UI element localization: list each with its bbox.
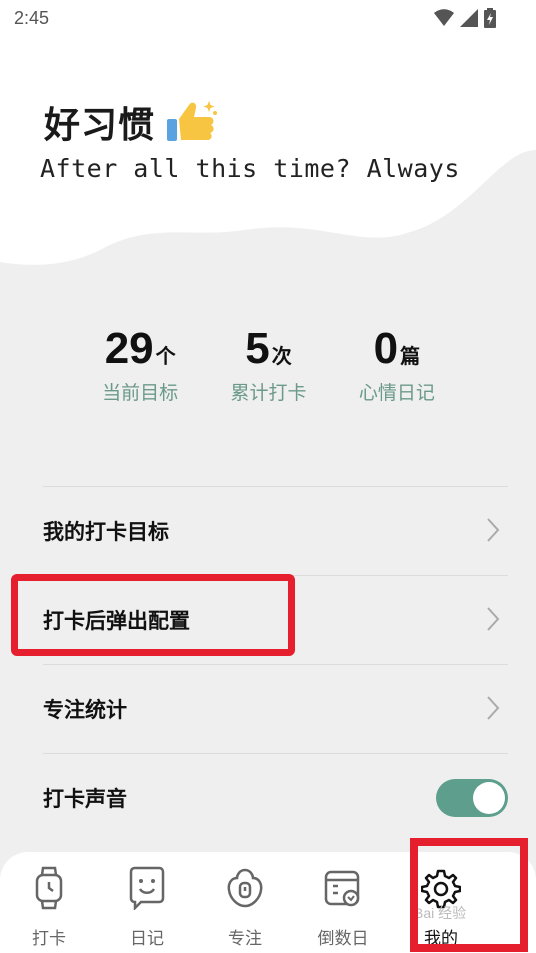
chevron-right-icon	[487, 607, 500, 631]
stat-unit: 篇	[400, 344, 421, 368]
chevron-right-icon	[487, 518, 500, 542]
stat-total-checkins[interactable]: 5次 累计打卡	[204, 324, 332, 405]
nav-item-checkin[interactable]: 打卡	[0, 852, 98, 953]
header-title-row: 好习惯	[44, 96, 219, 148]
page-title: 好习惯	[44, 105, 156, 146]
smile-note-icon	[129, 866, 165, 910]
stat-label: 累计打卡	[230, 382, 307, 404]
watch-icon	[35, 866, 63, 910]
menu-item-label: 专注统计	[43, 698, 127, 722]
page-subtitle: After all this time? Always	[40, 154, 460, 183]
stat-label: 心情日记	[358, 382, 435, 404]
stat-unit: 个	[155, 344, 176, 368]
menu-item-my-goals[interactable]: 我的打卡目标	[43, 486, 508, 575]
nav-item-countdown[interactable]: 倒数日	[294, 852, 392, 953]
chevron-right-icon	[487, 696, 500, 720]
wifi-icon	[434, 9, 454, 26]
thumbs-up-icon	[167, 101, 218, 141]
stat-value: 0	[373, 324, 399, 373]
highlight-annotation	[11, 574, 295, 656]
battery-icon	[484, 8, 496, 28]
menu-item-label: 打卡声音	[43, 787, 127, 811]
nav-label: 专注	[228, 929, 262, 949]
stat-value: 5	[245, 324, 270, 373]
menu-item-label: 我的打卡目标	[43, 520, 169, 544]
nav-label: 日记	[130, 929, 164, 949]
signal-icon	[460, 9, 478, 27]
stat-value: 29	[104, 324, 154, 373]
calendar-icon	[324, 870, 360, 907]
nav-label: 打卡	[32, 929, 66, 949]
stat-unit: 次	[271, 344, 292, 368]
stat-current-goals[interactable]: 29 个 当前目标	[76, 324, 204, 405]
stats-row: 29 个 当前目标 5次 累计打卡 0篇 心情日记	[76, 324, 461, 405]
status-bar: 2:45	[0, 0, 536, 38]
menu-item-checkin-sound: 打卡声音	[43, 753, 508, 842]
settings-menu: 我的打卡目标 打卡后弹出配置 专注统计 打卡声音	[43, 486, 508, 842]
status-time: 2:45	[14, 8, 50, 28]
focus-icon	[227, 868, 263, 908]
stat-mood-diary[interactable]: 0篇 心情日记	[333, 324, 461, 405]
stat-label: 当前目标	[102, 382, 179, 404]
nav-label: 倒数日	[317, 929, 369, 949]
toggle-knob	[473, 782, 505, 814]
nav-item-focus[interactable]: 专注	[196, 852, 294, 953]
menu-item-focus-stats[interactable]: 专注统计	[43, 664, 508, 753]
nav-item-diary[interactable]: 日记	[98, 852, 196, 953]
checkin-sound-toggle[interactable]	[436, 779, 508, 817]
highlight-annotation-nav	[410, 838, 528, 952]
